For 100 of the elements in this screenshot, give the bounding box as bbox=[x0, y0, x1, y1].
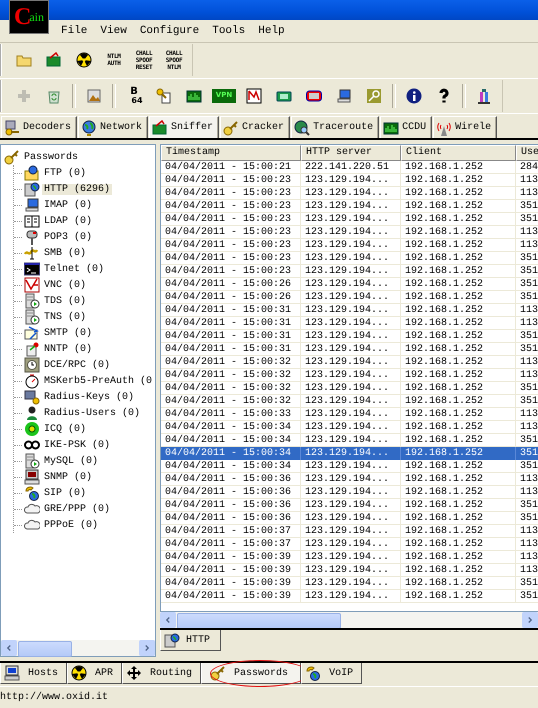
table-row[interactable]: 04/04/2011 - 15:00:21 222.141.220.51 192.168.1.252 284 bbox=[161, 161, 538, 174]
table-row[interactable]: 04/04/2011 - 15:00:23 123.129.194... 192.168.1.252 113 bbox=[161, 239, 538, 252]
computer-icon bbox=[24, 197, 40, 214]
menu-item[interactable]: Help bbox=[258, 24, 285, 37]
tree-item[interactable]: MSKerb5-PreAuth (0 bbox=[42, 376, 154, 387]
table-cell: 123.129.194... bbox=[301, 590, 401, 604]
tab[interactable]: Traceroute bbox=[291, 116, 380, 138]
tree-item[interactable]: DCE/RPC (0) bbox=[42, 360, 112, 371]
table-row[interactable]: 04/04/2011 - 15:00:23 123.129.194... 192.168.1.252 351 bbox=[161, 213, 538, 226]
tree-item[interactable]: Radius-Keys (0) bbox=[42, 392, 136, 403]
tab[interactable]: Decoders bbox=[1, 116, 78, 138]
globe-icon bbox=[81, 120, 98, 136]
tab[interactable]: VoIP bbox=[301, 663, 362, 684]
tab[interactable]: Routing bbox=[122, 663, 202, 684]
tree-item[interactable]: FTP (0) bbox=[42, 168, 88, 179]
table-row[interactable]: 04/04/2011 - 15:00:31 123.129.194... 192.168.1.252 351 bbox=[161, 330, 538, 344]
radiation-icon bbox=[76, 52, 92, 68]
tree-item[interactable]: Telnet (0) bbox=[42, 264, 106, 275]
table-row[interactable]: 04/04/2011 - 15:00:39 123.129.194... 192.168.1.252 113 bbox=[161, 551, 538, 564]
table-row[interactable]: 04/04/2011 - 15:00:32 123.129.194... 192.168.1.252 351 bbox=[161, 395, 538, 408]
tree-item[interactable]: MySQL (0) bbox=[42, 456, 100, 467]
tree-item[interactable]: PPPoE (0) bbox=[42, 520, 100, 531]
tab[interactable]: APR bbox=[67, 663, 122, 684]
table-row[interactable]: 04/04/2011 - 15:00:34 123.129.194... 192.168.1.252 351 bbox=[161, 434, 538, 448]
table-row[interactable]: 04/04/2011 - 15:00:37 123.129.194... 192.168.1.252 113 bbox=[161, 538, 538, 552]
toolbar-button[interactable]: B 64 bbox=[122, 82, 146, 109]
table-row[interactable]: 04/04/2011 - 15:00:31 123.129.194... 192.168.1.252 113 bbox=[161, 317, 538, 330]
tree-item[interactable]: GRE/PPP (0) bbox=[42, 504, 112, 515]
table-row[interactable]: 04/04/2011 - 15:00:36 123.129.194... 192.168.1.252 351 bbox=[161, 512, 538, 526]
table-row[interactable]: 04/04/2011 - 15:00:23 123.129.194... 192.168.1.252 351 bbox=[161, 252, 538, 266]
column-header[interactable]: Client bbox=[401, 145, 516, 162]
server-icon bbox=[24, 453, 40, 470]
menu-item[interactable]: File bbox=[61, 24, 88, 37]
table-row[interactable]: 04/04/2011 - 15:00:34 123.129.194... 192.168.1.252 351 bbox=[161, 447, 538, 460]
column-header[interactable]: Use bbox=[516, 145, 538, 162]
image-icon bbox=[86, 88, 102, 104]
table-row[interactable]: 04/04/2011 - 15:00:36 123.129.194... 192.168.1.252 351 bbox=[161, 499, 538, 512]
tab[interactable]: HTTP bbox=[160, 630, 222, 652]
horizontal-scrollbar[interactable] bbox=[1, 640, 155, 656]
tree-item[interactable]: Radius-Users (0) bbox=[42, 408, 142, 419]
table-row[interactable]: 04/04/2011 - 15:00:34 123.129.194... 192.168.1.252 351 bbox=[161, 460, 538, 474]
tab[interactable]: Cracker bbox=[220, 116, 290, 138]
menu-item[interactable]: View bbox=[100, 24, 127, 37]
tree-item[interactable]: SMB (0) bbox=[42, 248, 88, 259]
table-row[interactable]: 04/04/2011 - 15:00:26 123.129.194... 192.168.1.252 351 bbox=[161, 278, 538, 292]
tree-item[interactable]: TNS (0) bbox=[42, 312, 88, 323]
tab[interactable]: Network bbox=[78, 116, 148, 138]
table-row[interactable]: 04/04/2011 - 15:00:33 123.129.194... 192.168.1.252 113 bbox=[161, 408, 538, 422]
table-row[interactable]: 04/04/2011 - 15:00:36 123.129.194... 192.168.1.252 113 bbox=[161, 473, 538, 486]
tree-item[interactable]: SNMP (0) bbox=[42, 472, 94, 483]
tree-item[interactable]: TDS (0) bbox=[42, 296, 88, 307]
column-header[interactable]: Timestamp bbox=[161, 145, 301, 162]
table-row[interactable]: 04/04/2011 - 15:00:37 123.129.194... 192.168.1.252 113 bbox=[161, 525, 538, 538]
globe-computer-icon bbox=[24, 165, 40, 182]
horizontal-scrollbar[interactable] bbox=[160, 612, 538, 628]
tree-item[interactable]: NNTP (0) bbox=[42, 344, 94, 355]
tree-item[interactable]: VNC (0) bbox=[42, 280, 88, 291]
tree-item[interactable]: LDAP (0) bbox=[42, 216, 94, 227]
tree-item[interactable]: SIP (0) bbox=[42, 488, 88, 499]
table-row[interactable]: 04/04/2011 - 15:00:23 123.129.194... 192.168.1.252 113 bbox=[161, 187, 538, 200]
table-row[interactable]: 04/04/2011 - 15:00:32 123.129.194... 192.168.1.252 113 bbox=[161, 356, 538, 370]
tree-item[interactable]: SMTP (0) bbox=[42, 328, 94, 339]
table-row[interactable]: 04/04/2011 - 15:00:32 123.129.194... 192.168.1.252 351 bbox=[161, 382, 538, 396]
mail-server-icon bbox=[24, 325, 40, 342]
phone-globe-icon bbox=[24, 485, 40, 502]
table-row[interactable]: 04/04/2011 - 15:00:39 123.129.194... 192.168.1.252 351 bbox=[161, 577, 538, 590]
tab[interactable]: Hosts bbox=[0, 663, 68, 684]
tree-item[interactable]: IMAP (0) bbox=[42, 200, 94, 211]
table-row[interactable]: 04/04/2011 - 15:00:36 123.129.194... 192.168.1.252 113 bbox=[161, 486, 538, 500]
table-row[interactable]: 04/04/2011 - 15:00:23 123.129.194... 192.168.1.252 351 bbox=[161, 200, 538, 214]
tab[interactable]: Sniffer bbox=[149, 116, 220, 138]
column-header[interactable]: HTTP server bbox=[301, 145, 401, 162]
tree-item[interactable]: ICQ (0) bbox=[42, 424, 88, 435]
menu-item[interactable]: Tools bbox=[212, 24, 246, 37]
info-icon bbox=[406, 88, 422, 104]
table-row[interactable]: 04/04/2011 - 15:00:31 123.129.194... 192.168.1.252 351 bbox=[161, 343, 538, 356]
tab[interactable]: Wirele bbox=[433, 116, 498, 138]
tab[interactable]: CCDU bbox=[380, 116, 432, 138]
table-row[interactable]: 04/04/2011 - 15:00:39 123.129.194... 192.168.1.252 113 bbox=[161, 564, 538, 578]
table-row[interactable]: 04/04/2011 - 15:00:31 123.129.194... 192.168.1.252 113 bbox=[161, 304, 538, 318]
phone-globe-icon bbox=[305, 665, 322, 682]
clock-box-icon bbox=[24, 357, 40, 374]
tab[interactable]: Passwords bbox=[201, 663, 302, 684]
flower-icon bbox=[24, 421, 40, 438]
table-row[interactable]: 04/04/2011 - 15:00:26 123.129.194... 192.168.1.252 351 bbox=[161, 291, 538, 304]
screen-icon bbox=[306, 88, 322, 104]
tree-item[interactable]: IKE-PSK (0) bbox=[42, 440, 112, 451]
table-row[interactable]: 04/04/2011 - 15:00:34 123.129.194... 192.168.1.252 113 bbox=[161, 421, 538, 434]
table-row[interactable]: 04/04/2011 - 15:00:23 123.129.194... 192.168.1.252 113 bbox=[161, 226, 538, 240]
tree-item[interactable]: POP3 (0) bbox=[42, 232, 94, 243]
tree-item[interactable]: Passwords bbox=[22, 152, 80, 163]
plus-icon bbox=[16, 88, 32, 104]
table-row[interactable]: 04/04/2011 - 15:00:39 123.129.194... 192.168.1.252 351 bbox=[161, 590, 538, 604]
table-row[interactable]: 04/04/2011 - 15:00:23 123.129.194... 192.168.1.252 351 bbox=[161, 265, 538, 278]
tree-item[interactable]: HTTP (6296) bbox=[42, 184, 112, 195]
table-row[interactable]: 04/04/2011 - 15:00:23 123.129.194... 192.168.1.252 113 bbox=[161, 174, 538, 188]
table-row[interactable]: 04/04/2011 - 15:00:32 123.129.194... 192.168.1.252 113 bbox=[161, 369, 538, 382]
computer-icon bbox=[4, 665, 20, 682]
book-icon bbox=[24, 213, 40, 230]
menu-item[interactable]: Configure bbox=[140, 24, 200, 37]
